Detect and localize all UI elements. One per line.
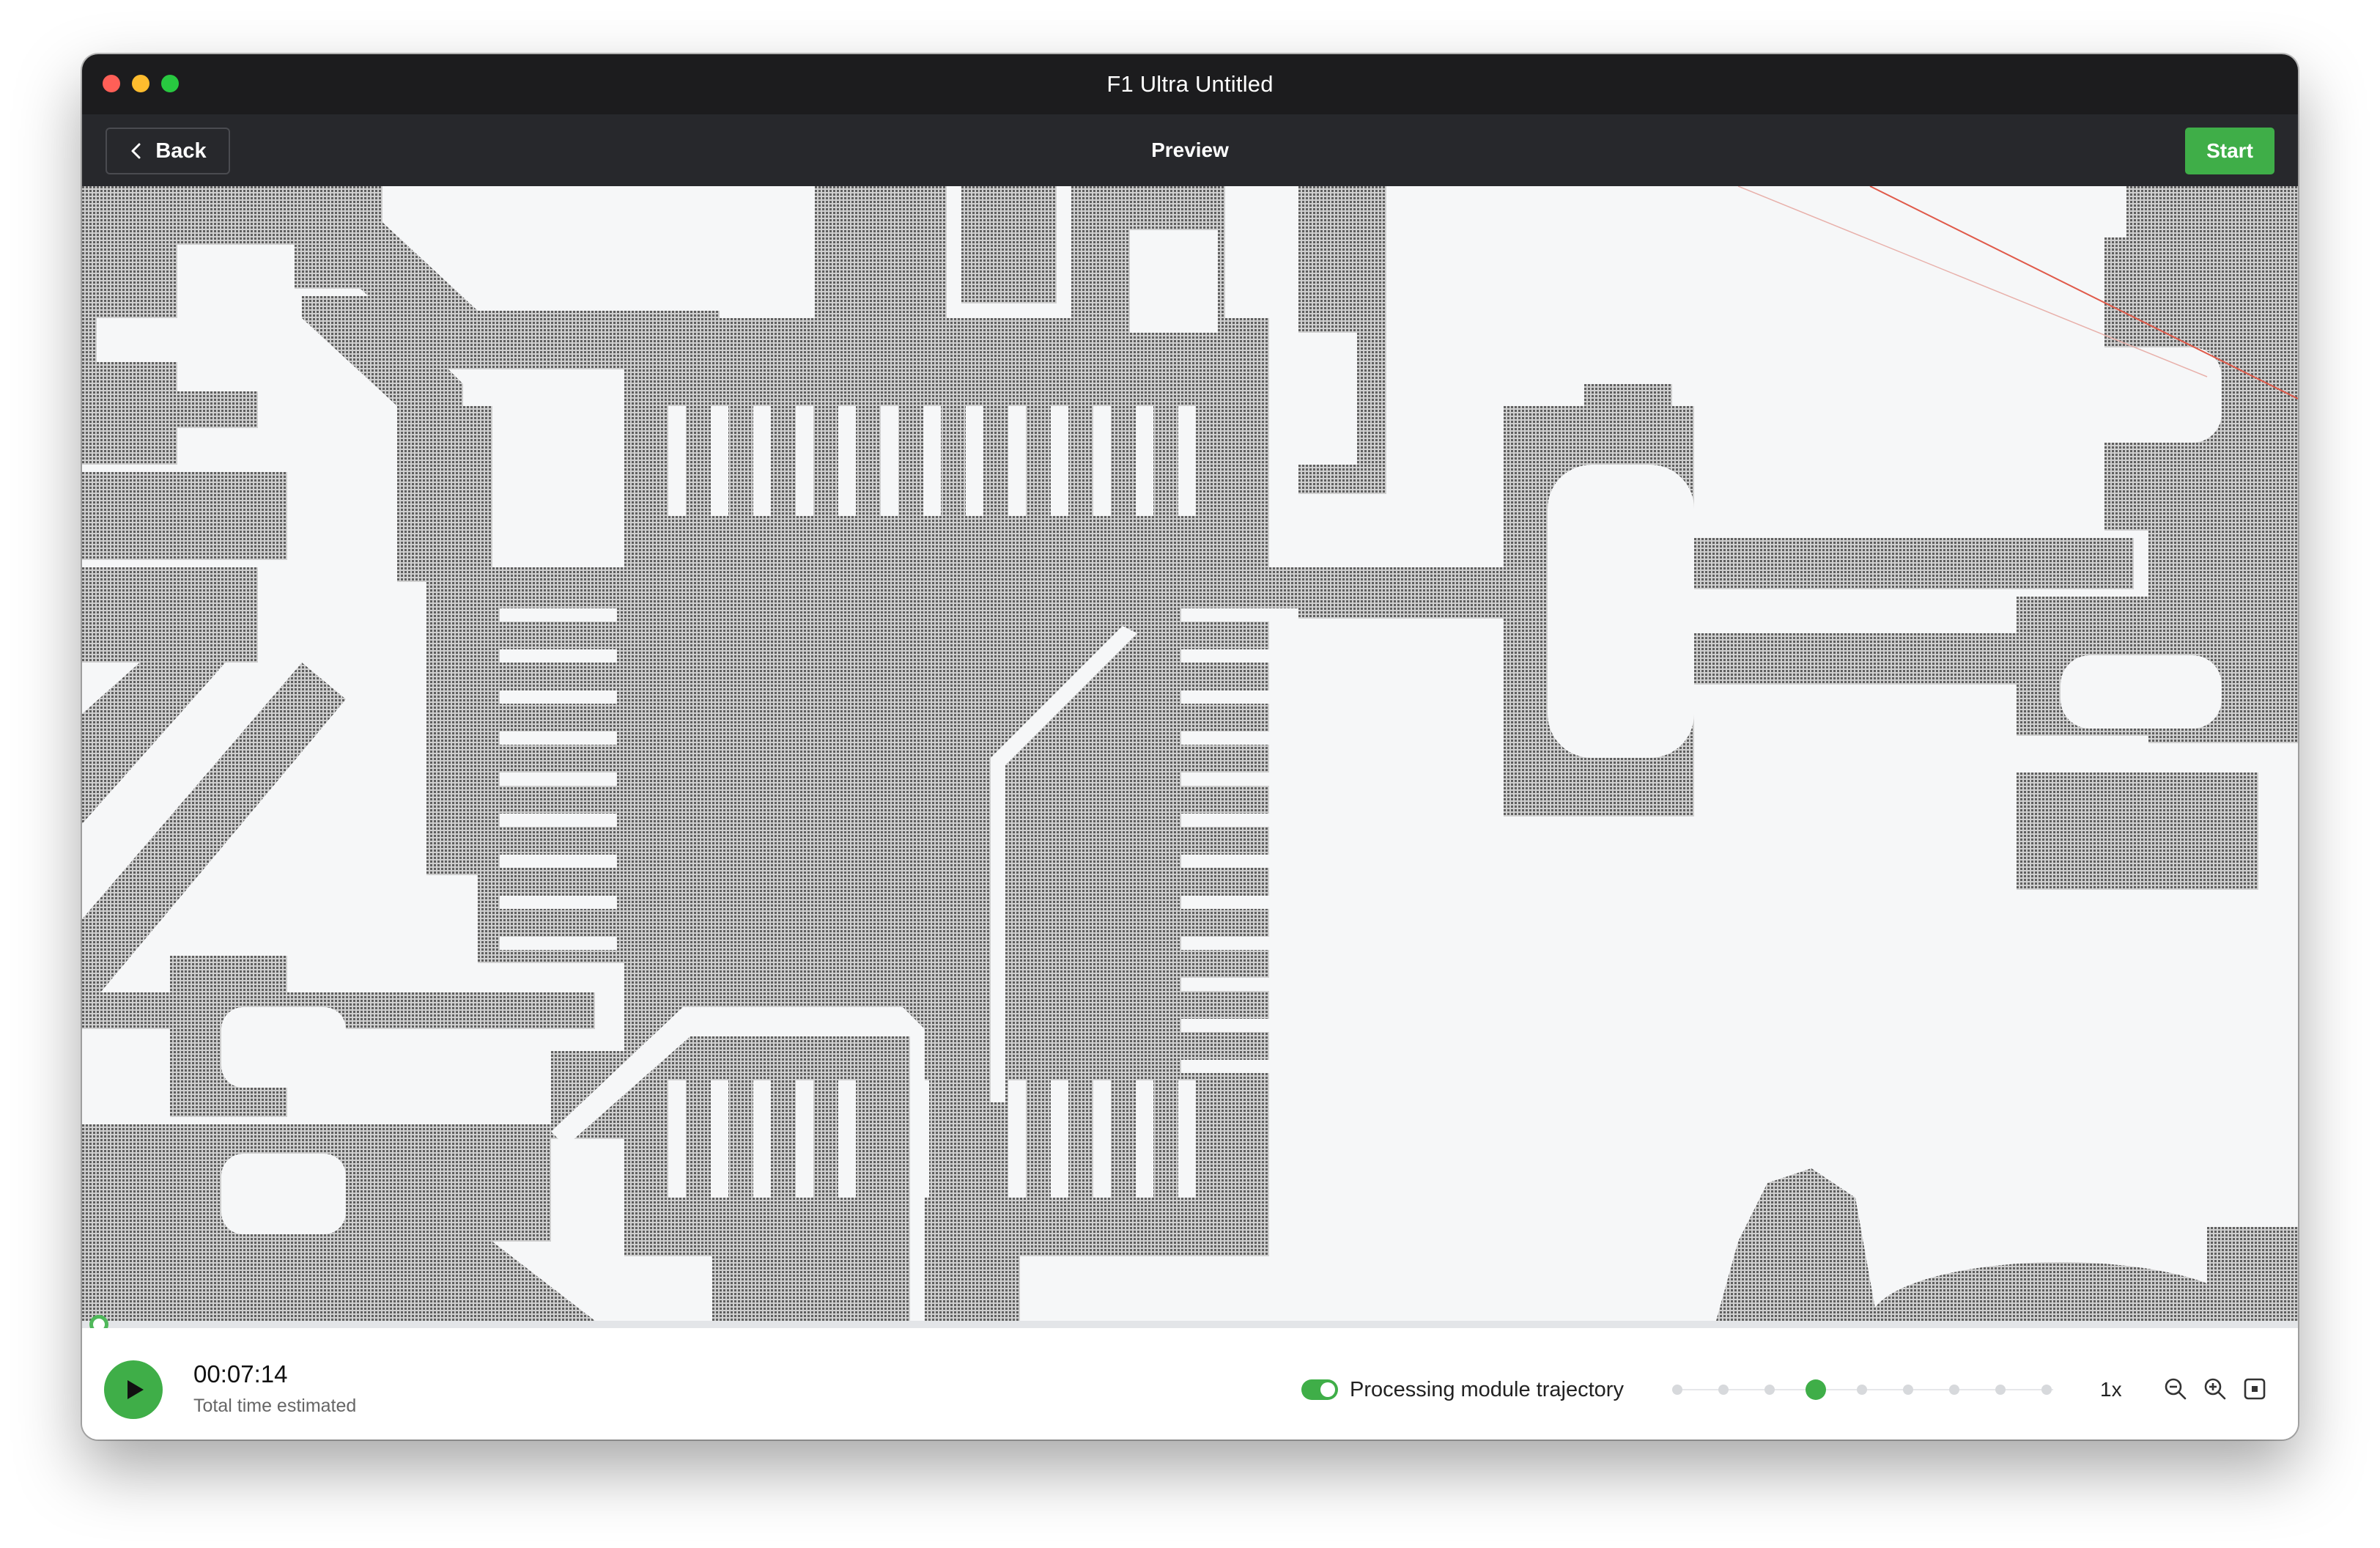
estimated-time-caption: Total time estimated [193, 1396, 357, 1416]
preview-canvas[interactable] [82, 186, 2298, 1321]
pcb-trace-preview [82, 186, 2298, 1321]
speed-value: 1x [2100, 1378, 2122, 1401]
toolbar: Back Preview Start [82, 114, 2298, 186]
title-bar: F1 Ultra Untitled [82, 54, 2298, 114]
close-window-button[interactable] [103, 75, 120, 92]
page-title: Preview [1151, 139, 1229, 161]
estimated-time: 00:07:14 [193, 1360, 288, 1387]
speed-step[interactable] [1764, 1385, 1775, 1395]
trajectory-toggle[interactable] [1301, 1379, 1338, 1400]
playback-bar: 00:07:14 Total time estimated Processing… [82, 1328, 2298, 1440]
speed-step[interactable] [1718, 1385, 1729, 1395]
speed-step[interactable] [1995, 1385, 2006, 1395]
zoom-controls [2163, 1376, 2267, 1401]
speed-step[interactable] [1903, 1385, 1913, 1395]
play-button[interactable] [104, 1360, 163, 1419]
zoom-in-icon[interactable] [2203, 1376, 2228, 1401]
speed-slider[interactable] [1672, 1376, 2053, 1403]
speed-step[interactable] [1949, 1385, 1959, 1395]
maximize-window-button[interactable] [161, 75, 179, 92]
window-controls [103, 75, 179, 92]
fit-view-icon[interactable] [2242, 1376, 2267, 1401]
speed-step-selected[interactable] [1806, 1379, 1826, 1400]
minimize-window-button[interactable] [132, 75, 149, 92]
play-icon [128, 1380, 144, 1399]
speed-step[interactable] [1857, 1385, 1867, 1395]
trajectory-toggle-label: Processing module trajectory [1350, 1378, 1624, 1401]
back-button-label: Back [155, 139, 207, 163]
back-chevron-icon [131, 143, 141, 159]
window-title: F1 Ultra Untitled [1106, 71, 1274, 97]
zoom-out-icon[interactable] [2163, 1376, 2188, 1401]
playback-progress-track[interactable] [82, 1321, 2298, 1328]
speed-step[interactable] [1672, 1385, 1682, 1395]
app-window: F1 Ultra Untitled Back Preview Start 00:… [82, 54, 2298, 1440]
speed-step[interactable] [2041, 1385, 2052, 1395]
back-button[interactable]: Back [106, 128, 230, 174]
start-button[interactable]: Start [2185, 128, 2274, 174]
